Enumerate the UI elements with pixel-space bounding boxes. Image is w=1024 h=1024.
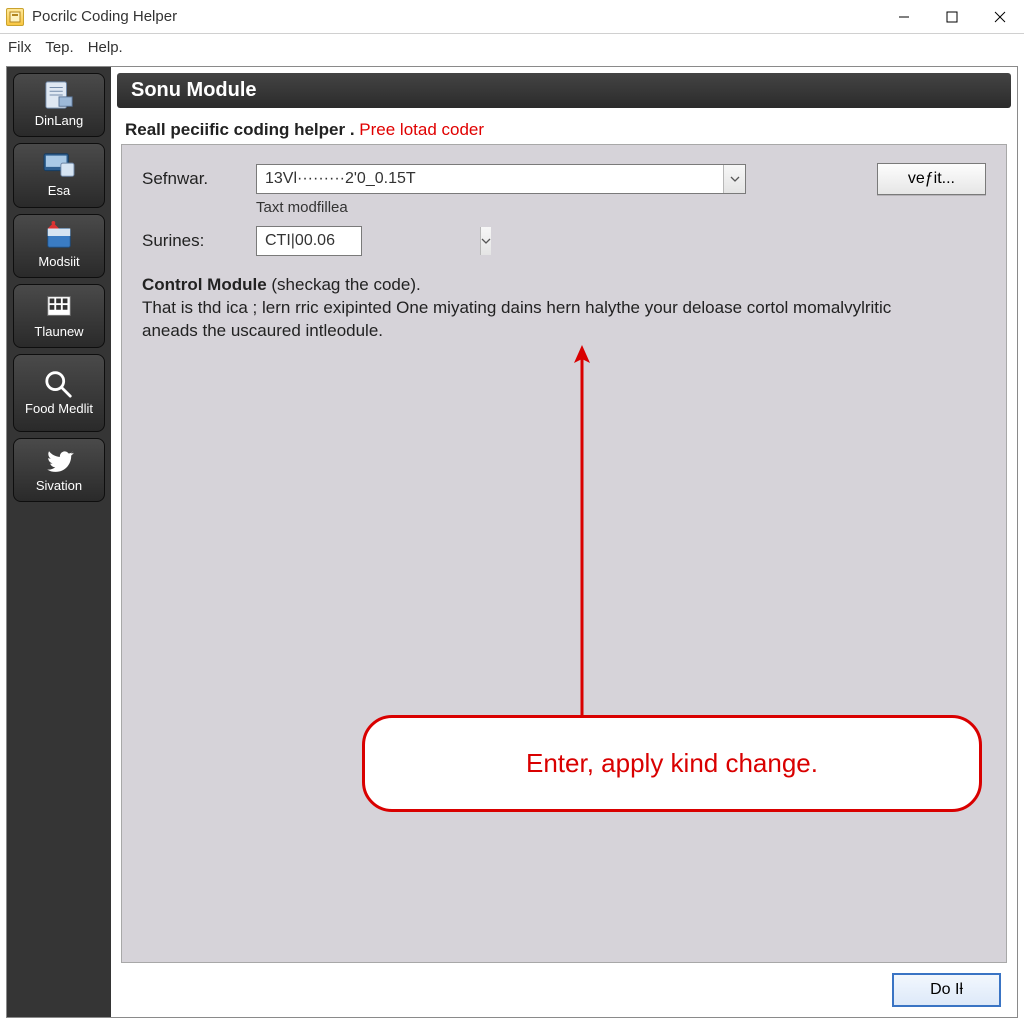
window-title: Pocrilc Coding Helper: [32, 8, 177, 25]
module-title: Sonu Module: [117, 73, 1011, 108]
app-icon: [6, 8, 24, 26]
chevron-down-icon[interactable]: [723, 165, 745, 193]
software-note: Taxt modfillea: [256, 199, 986, 216]
surines-label: Surines:: [142, 231, 242, 251]
subtitle-extra: Pree lotad coder: [359, 120, 484, 139]
desc-body: That is thd ica ; lern rric exipinted On…: [142, 298, 891, 340]
window-controls: [880, 0, 1024, 33]
menu-edit[interactable]: Tep.: [45, 39, 73, 56]
content-box: Sefnwar. veƒit... Taxt modfillea Surines…: [121, 144, 1007, 963]
annotation-callout: Enter, apply kind change.: [362, 715, 982, 812]
maximize-button[interactable]: [928, 0, 976, 33]
grid-icon: [40, 291, 78, 321]
chevron-down-icon[interactable]: [480, 227, 491, 255]
main-panel: Sonu Module Reall peciific coding helper…: [111, 67, 1017, 1017]
sidebar-item-tlaunew[interactable]: Tlaunew: [13, 284, 105, 348]
sidebar-item-label: Modsiit: [38, 255, 79, 269]
sidebar-item-esa[interactable]: Esa: [13, 143, 105, 207]
surines-combo[interactable]: [256, 226, 362, 256]
software-label: Sefnwar.: [142, 169, 242, 189]
bottom-bar: Do Iƚ: [111, 963, 1017, 1017]
sidebar-item-modsiit[interactable]: Modsiit: [13, 214, 105, 278]
sidebar-item-label: Tlaunew: [34, 325, 83, 339]
verify-button[interactable]: veƒit...: [877, 163, 986, 195]
sidebar-item-label: Food Medlit: [25, 402, 93, 416]
description: Control Module (sheckag the code). That …: [142, 274, 922, 343]
sidebar-item-label: Sivation: [36, 479, 82, 493]
desc-bold: Control Module: [142, 275, 267, 294]
workspace: DinLang Esa Modsiit Tlaunew: [0, 60, 1024, 1024]
close-button[interactable]: [976, 0, 1024, 33]
software-row: Sefnwar. veƒit...: [142, 163, 986, 195]
software-combo[interactable]: [256, 164, 746, 194]
sidebar-item-label: DinLang: [35, 114, 83, 128]
sidebar-item-label: Esa: [48, 184, 70, 198]
titlebar: Pocrilc Coding Helper: [0, 0, 1024, 34]
menubar: Filx Tep. Help.: [0, 34, 1024, 60]
minimize-button[interactable]: [880, 0, 928, 33]
do-it-button[interactable]: Do Iƚ: [892, 973, 1001, 1007]
bird-icon: [40, 445, 78, 475]
module-subtitle: Reall peciific coding helper . Pree lota…: [111, 108, 1017, 144]
package-icon: [40, 221, 78, 251]
annotation-text: Enter, apply kind change.: [362, 715, 982, 812]
desc-paren: (sheckag the code).: [271, 275, 420, 294]
monitor-icon: [40, 150, 78, 180]
workspace-border: DinLang Esa Modsiit Tlaunew: [6, 66, 1018, 1018]
subtitle-main: Reall peciific coding helper .: [125, 120, 355, 139]
document-icon: [40, 80, 78, 110]
search-icon: [40, 368, 78, 398]
surines-row: Surines:: [142, 226, 986, 256]
sidebar-item-sivation[interactable]: Sivation: [13, 438, 105, 502]
menu-file[interactable]: Filx: [8, 39, 31, 56]
sidebar: DinLang Esa Modsiit Tlaunew: [7, 67, 111, 1017]
software-input[interactable]: [257, 170, 723, 188]
surines-input[interactable]: [257, 232, 480, 250]
menu-help[interactable]: Help.: [88, 39, 123, 56]
annotation-arrow-icon: [562, 345, 602, 725]
sidebar-item-food-medlit[interactable]: Food Medlit: [13, 354, 105, 432]
sidebar-item-dinlang[interactable]: DinLang: [13, 73, 105, 137]
